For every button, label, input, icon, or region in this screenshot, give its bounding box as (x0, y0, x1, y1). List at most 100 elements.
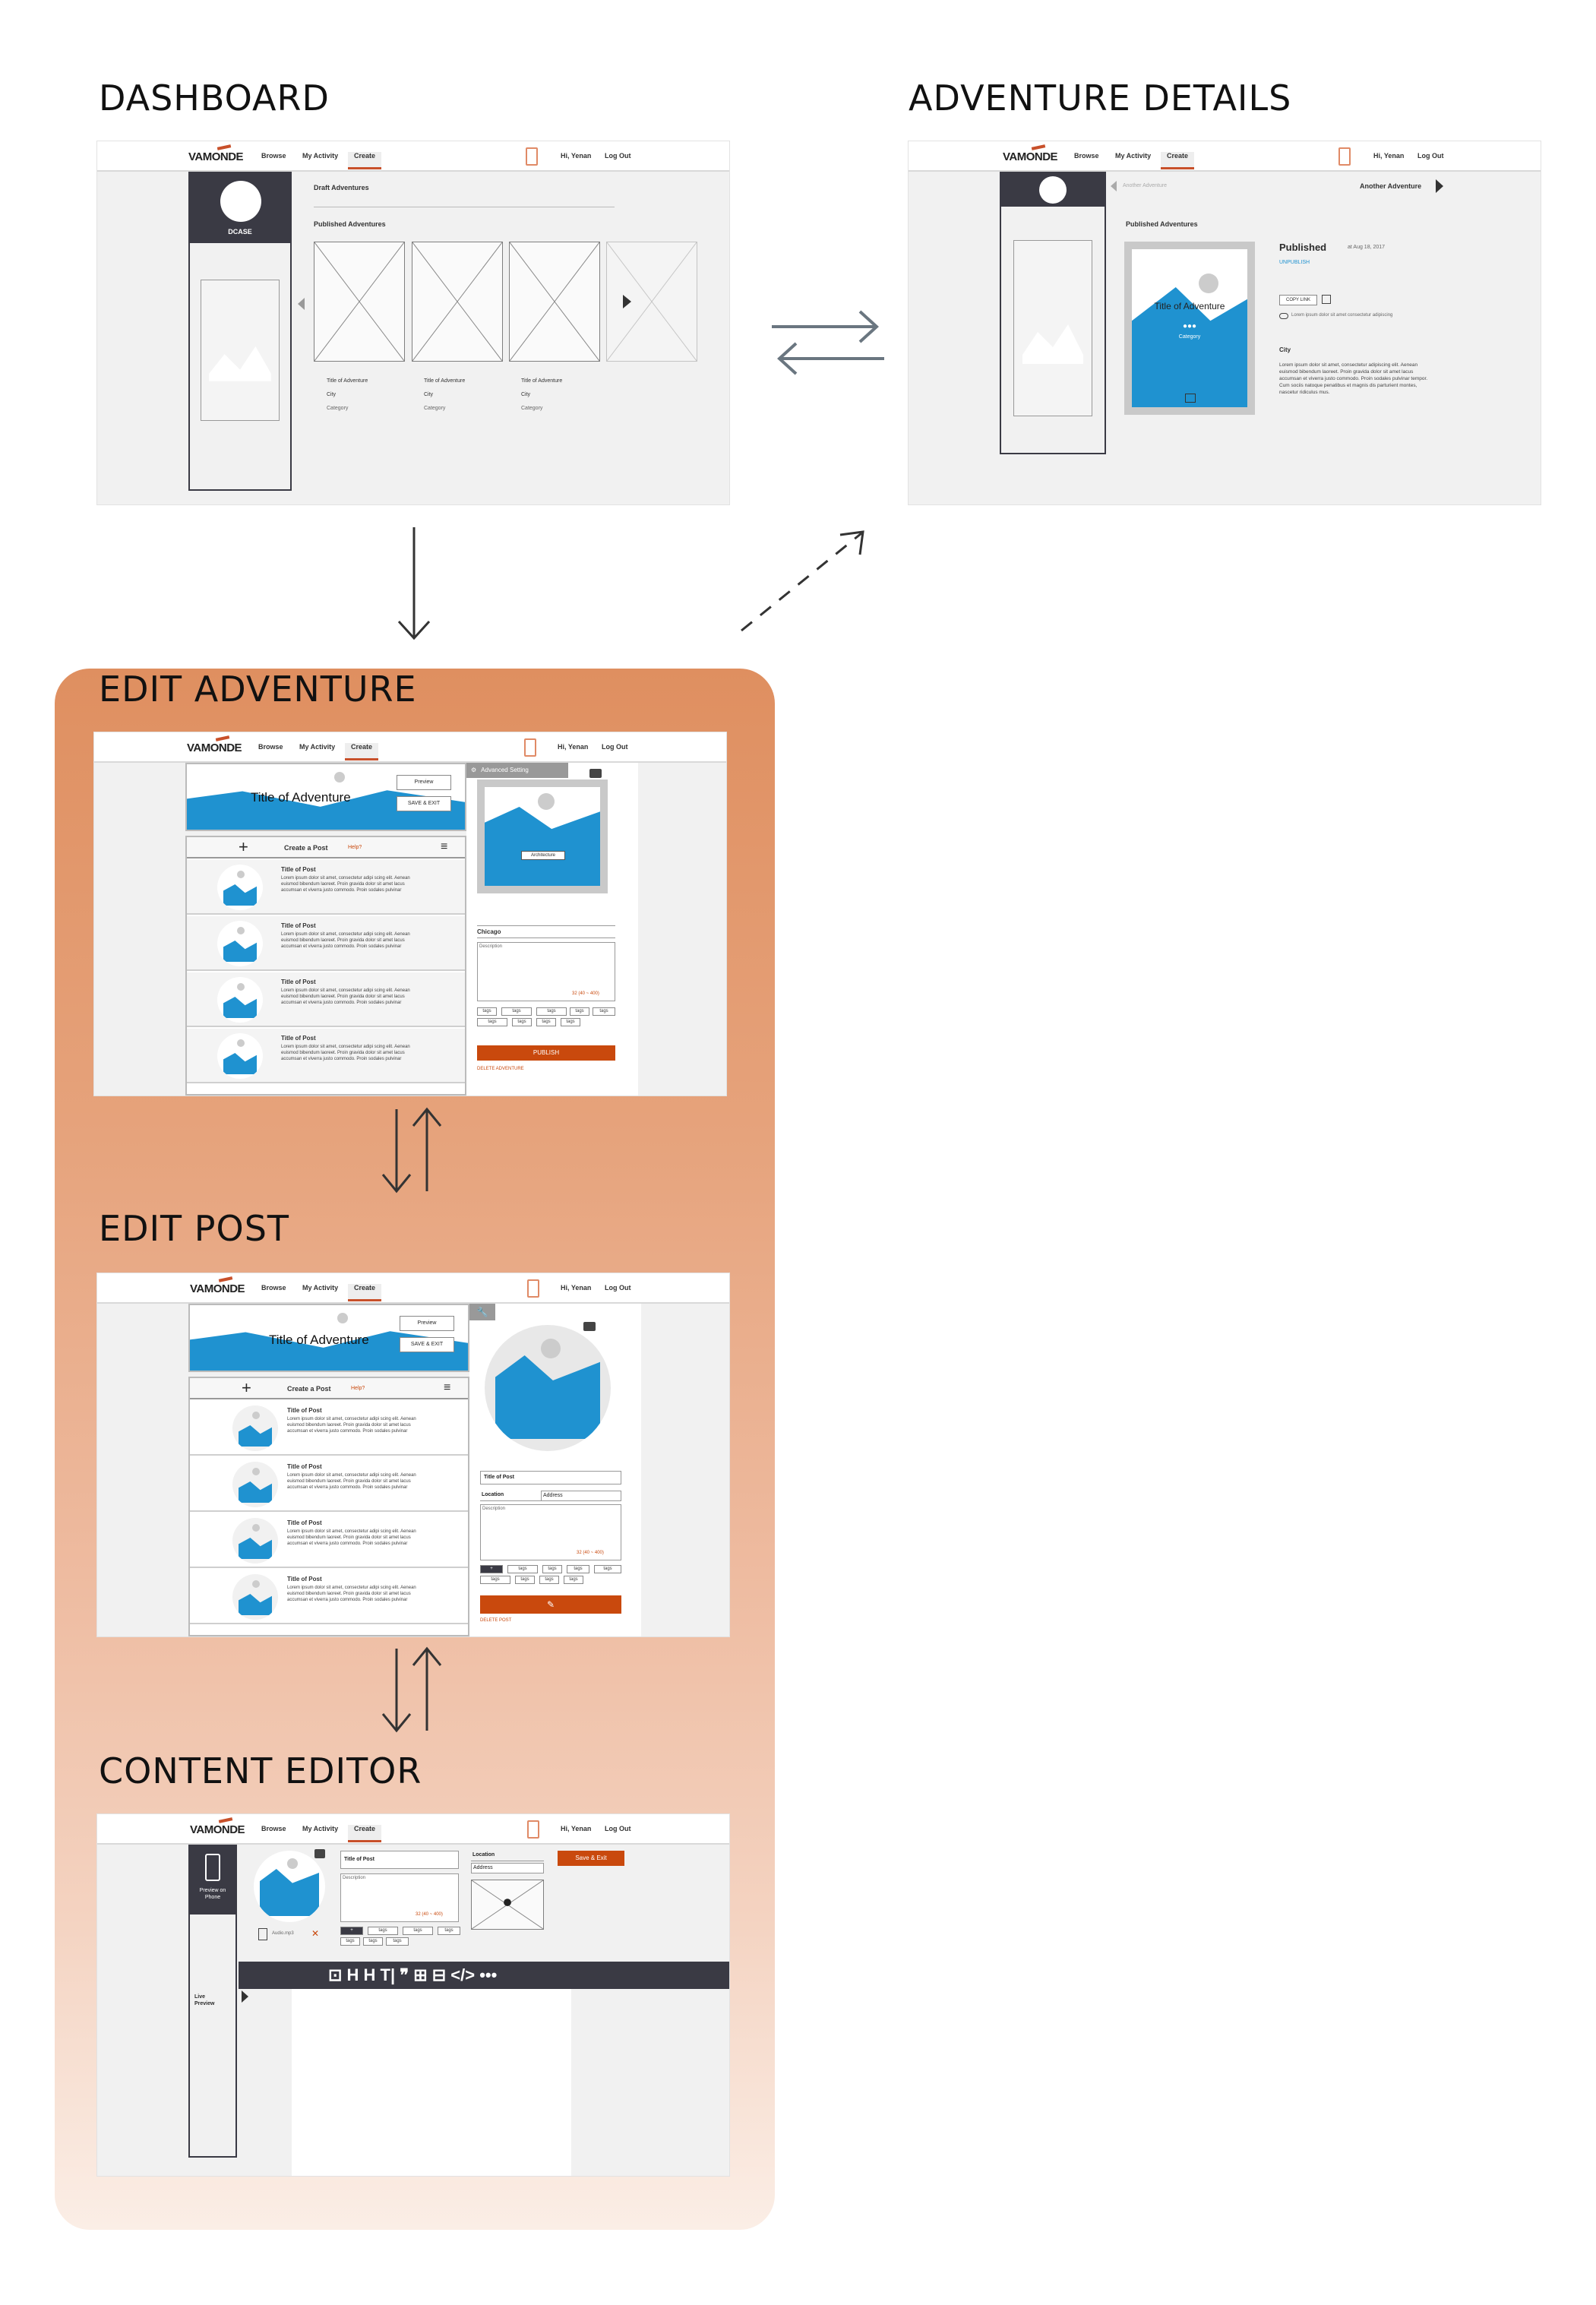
save-exit-button[interactable]: SAVE & EXIT (397, 796, 451, 811)
post-title-field[interactable]: Title of Post (480, 1471, 621, 1484)
nav-browse[interactable]: Browse (1074, 152, 1099, 160)
next-arrow[interactable] (1436, 179, 1443, 193)
media-circle[interactable] (254, 1851, 325, 1922)
edit-icon[interactable] (1185, 394, 1196, 403)
description-textarea[interactable]: Description 32 (40 ~ 400) (480, 1504, 621, 1560)
unpublish-link[interactable]: UNPUBLISH (1279, 260, 1310, 265)
plus-icon[interactable]: + (242, 1378, 251, 1398)
nav-activity[interactable]: My Activity (302, 1284, 338, 1292)
logo[interactable]: VAMONDE (190, 1823, 245, 1836)
nav-logout[interactable]: Log Out (605, 152, 631, 160)
camera-icon[interactable] (589, 769, 602, 778)
nav-activity[interactable]: My Activity (302, 1825, 338, 1832)
post-row-3[interactable]: Title of Post Lorem ipsum dolor sit amet… (187, 972, 465, 1027)
tag-chip[interactable]: tags (542, 1565, 562, 1573)
category-select[interactable]: Architecture (521, 851, 565, 860)
nav-browse[interactable]: Browse (261, 152, 286, 160)
tag-chip[interactable]: tags (477, 1018, 507, 1026)
post-title-field[interactable]: Title of Post (340, 1851, 459, 1869)
description-textarea[interactable]: Description 32 (40 ~ 400) (340, 1873, 459, 1922)
nav-logout[interactable]: Log Out (605, 1825, 631, 1832)
nav-create[interactable]: Create (348, 1284, 382, 1301)
camera-icon[interactable] (583, 1322, 596, 1331)
nav-logout[interactable]: Log Out (605, 1284, 631, 1292)
tag-chip[interactable]: tags (368, 1927, 398, 1935)
tag-chip[interactable]: tags (477, 1007, 497, 1016)
delete-post-link[interactable]: DELETE POST (480, 1618, 511, 1623)
nav-activity[interactable]: My Activity (299, 743, 335, 751)
menu-icon[interactable]: ≡ (444, 1381, 450, 1395)
tag-chip[interactable]: tags (480, 1576, 510, 1584)
tag-chip[interactable]: tags (536, 1018, 556, 1026)
adventure-card-3[interactable] (509, 242, 600, 362)
post-row-1[interactable]: Title of Post Lorem ipsum dolor sit amet… (190, 1401, 468, 1456)
adventure-card[interactable]: Title of Adventure ●●● Category (1124, 242, 1255, 415)
tag-chip[interactable]: tags (438, 1927, 460, 1935)
tag-chip[interactable]: tags (512, 1018, 532, 1026)
edit-content-button[interactable]: ✎ (480, 1595, 621, 1614)
avatar[interactable] (220, 181, 261, 222)
tag-chip[interactable]: tags (594, 1565, 621, 1573)
post-row-4[interactable]: Title of Post Lorem ipsum dolor sit amet… (190, 1570, 468, 1624)
hero-title[interactable]: Title of Adventure (251, 790, 351, 805)
phone-preview-button[interactable]: Preview on Phone (190, 1846, 235, 1915)
delete-adventure-link[interactable]: DELETE ADVENTURE (477, 1067, 524, 1071)
preview-button[interactable]: Preview (397, 775, 451, 790)
tag-chip[interactable]: tags (570, 1007, 589, 1016)
tag-chip[interactable]: tags (386, 1937, 409, 1946)
editor-canvas[interactable] (292, 1989, 571, 2176)
nav-logout[interactable]: Log Out (1417, 152, 1444, 160)
camera-icon[interactable] (314, 1849, 325, 1858)
external-link-icon[interactable] (1322, 295, 1331, 304)
prev-adventure-link[interactable]: Another Adventure (1123, 183, 1167, 188)
tag-chip[interactable]: tags (403, 1927, 433, 1935)
post-image-circle[interactable] (485, 1325, 611, 1451)
location-field[interactable]: Location (480, 1491, 541, 1501)
address-field[interactable]: Address (471, 1863, 544, 1873)
tag-chip[interactable]: tags (564, 1576, 583, 1584)
tag-chip[interactable]: tags (539, 1576, 559, 1584)
nav-activity[interactable]: My Activity (1115, 152, 1151, 160)
toolbar-icons[interactable]: ⊡ H H T| ❞ ⊞ ⊟ </> ••• (328, 1965, 497, 1984)
help-link[interactable]: Help? (348, 845, 362, 850)
create-post-bar[interactable]: + Create a Post Help? ≡ (187, 837, 465, 858)
city-field[interactable]: Chicago (477, 925, 615, 938)
notebook-icon[interactable] (524, 738, 536, 757)
nav-create[interactable]: Create (348, 1825, 382, 1842)
nav-browse[interactable]: Browse (258, 743, 283, 751)
remove-audio-icon[interactable]: ✕ (311, 1928, 319, 1939)
next-adventure-link[interactable]: Another Adventure (1360, 182, 1421, 190)
notebook-icon[interactable] (527, 1820, 539, 1839)
tag-chip[interactable]: tags (567, 1565, 589, 1573)
carousel-prev[interactable] (298, 298, 305, 310)
nav-create[interactable]: Create (345, 743, 379, 760)
nav-create[interactable]: Create (348, 152, 382, 169)
notebook-icon[interactable] (526, 147, 538, 166)
nav-browse[interactable]: Browse (261, 1825, 286, 1832)
tag-chip[interactable]: tags (340, 1937, 360, 1946)
logo[interactable]: VAMONDE (187, 741, 242, 754)
preview-button[interactable]: Preview (400, 1316, 454, 1331)
notebook-icon[interactable] (527, 1279, 539, 1298)
add-tag-chip[interactable]: + (480, 1565, 503, 1573)
post-row-2[interactable]: Title of Post Lorem ipsum dolor sit amet… (190, 1457, 468, 1512)
tag-chip[interactable]: tags (536, 1007, 567, 1016)
create-post-label[interactable]: Create a Post (284, 844, 328, 852)
publish-button[interactable]: PUBLISH (477, 1045, 615, 1061)
nav-logout[interactable]: Log Out (602, 743, 628, 751)
notebook-icon[interactable] (1338, 147, 1351, 166)
live-preview-arrow[interactable] (242, 1990, 248, 2003)
plus-icon[interactable]: + (239, 837, 248, 857)
add-tag-chip[interactable]: + (340, 1927, 363, 1935)
create-post-label[interactable]: Create a Post (287, 1385, 331, 1393)
post-row-1[interactable]: Title of Post Lorem ipsum dolor sit amet… (187, 860, 465, 915)
logo[interactable]: VAMONDE (190, 1282, 245, 1295)
description-textarea[interactable]: Description 32 (40 ~ 400) (477, 942, 615, 1001)
tag-chip[interactable]: tags (363, 1937, 383, 1946)
help-link[interactable]: Help? (351, 1386, 365, 1391)
tag-chip[interactable]: tags (593, 1007, 615, 1016)
tag-chip[interactable]: tags (501, 1007, 532, 1016)
wrench-tab[interactable]: 🔧 (469, 1304, 495, 1320)
tag-chip[interactable]: tags (561, 1018, 580, 1026)
nav-create[interactable]: Create (1161, 152, 1195, 169)
